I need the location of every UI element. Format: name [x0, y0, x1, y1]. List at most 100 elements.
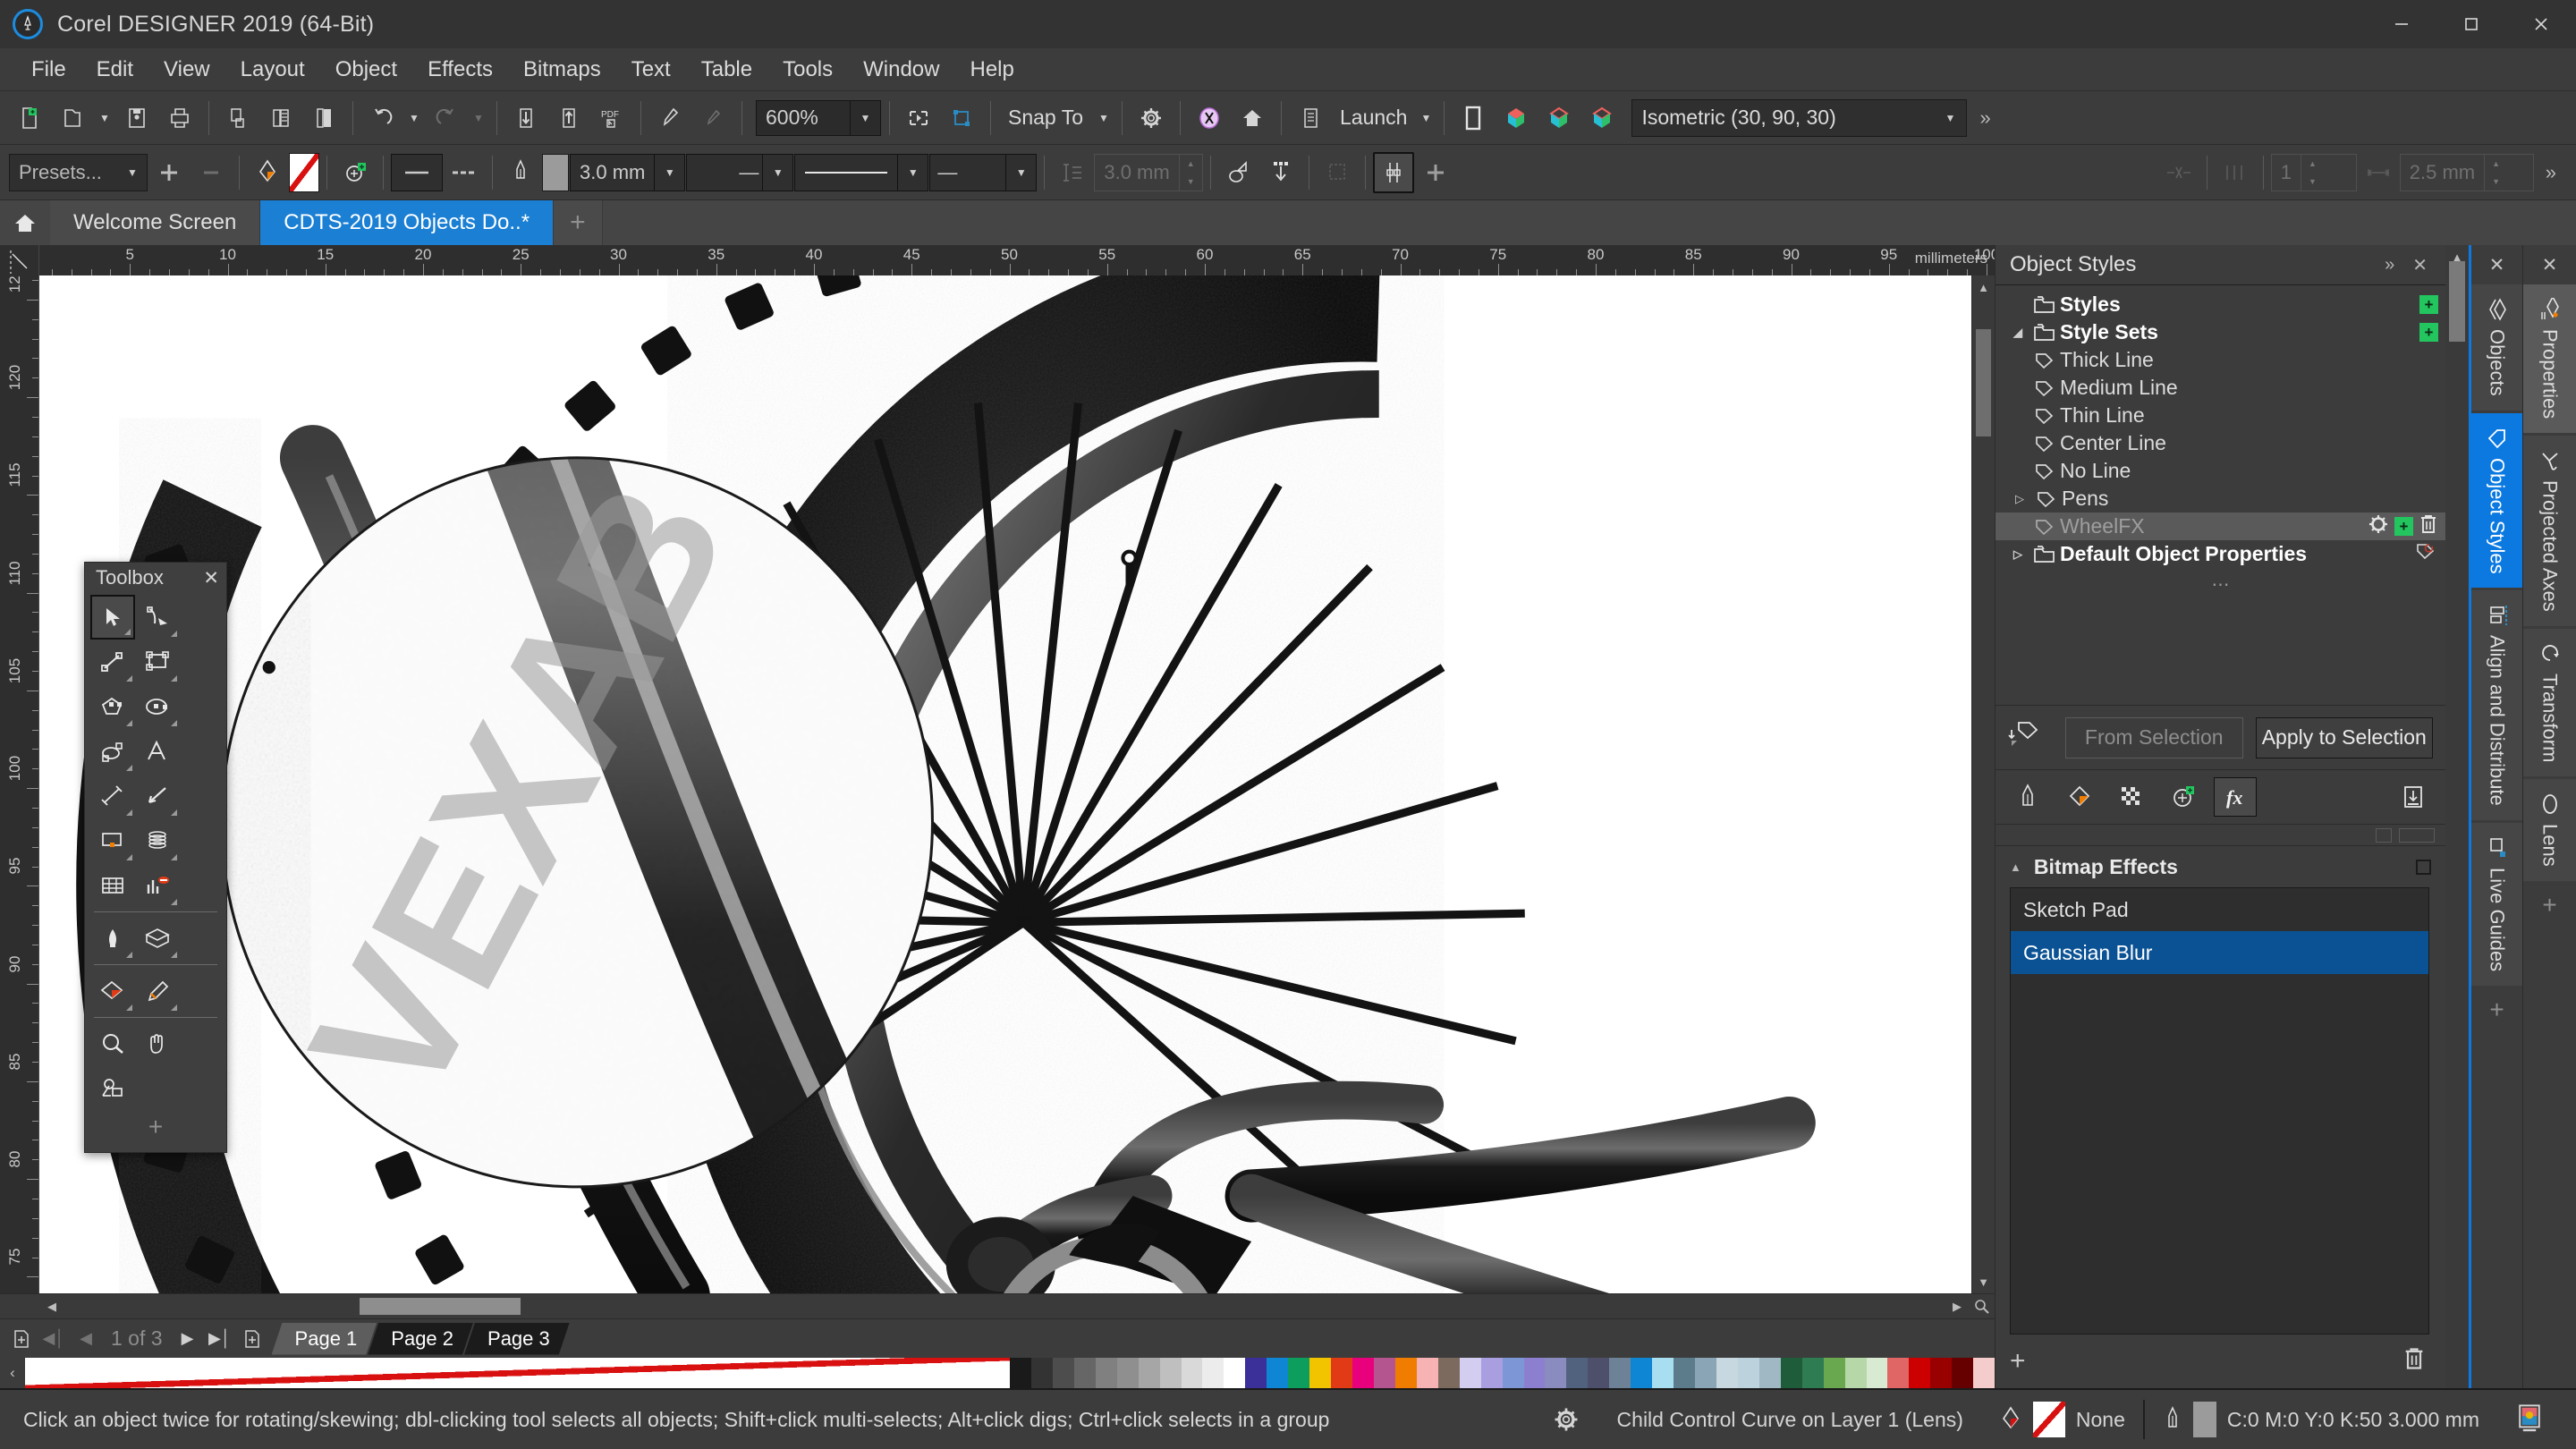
minimize-button[interactable] — [2367, 0, 2436, 48]
bitmap-effects-list[interactable]: Sketch Pad Gaussian Blur — [2010, 887, 2429, 1335]
palette-swatch[interactable] — [1930, 1358, 1952, 1388]
palette-swatch[interactable] — [1781, 1358, 1802, 1388]
bitmap-effects-toggle[interactable] — [2416, 860, 2431, 875]
prev-page-button[interactable]: ◀ — [70, 1323, 102, 1355]
welcome-screen-home-icon[interactable] — [1232, 97, 1273, 139]
dock-tab-properties[interactable]: Properties — [2523, 284, 2576, 433]
tree-row-wheelfx[interactable]: WheelFX + — [1996, 513, 2445, 540]
arrowhead-end-dropdown[interactable]: — ▼ — [929, 154, 1037, 191]
new-document-icon[interactable] — [9, 97, 50, 139]
outline-width-value[interactable]: 3.0 mm — [571, 161, 654, 184]
menu-help[interactable]: Help — [954, 52, 1029, 88]
outline-width-field[interactable]: 3.0 mm ▼ — [570, 154, 685, 191]
tree-row-style-sets[interactable]: ◢ Style Sets + — [1996, 318, 2445, 346]
zoom-to-fit-icon[interactable] — [1970, 1294, 1995, 1318]
palette-swatch[interactable] — [1973, 1358, 1995, 1388]
collapse-docker-icon[interactable]: » — [2376, 255, 2403, 275]
vertical-scroll-thumb[interactable] — [1976, 329, 1991, 436]
outline-color-swatch[interactable] — [542, 154, 569, 191]
palette-swatch[interactable] — [1417, 1358, 1438, 1388]
menu-object[interactable]: Object — [320, 52, 412, 88]
flyout-arrow-icon[interactable] — [171, 809, 177, 816]
fountain-fill-tool[interactable] — [90, 916, 135, 961]
toolbar-overflow-chevron[interactable]: » — [1969, 106, 2001, 130]
palette-swatch[interactable] — [1460, 1358, 1481, 1388]
presets-label[interactable]: Presets... — [10, 161, 118, 184]
remove-preset-button[interactable] — [191, 152, 232, 193]
menu-edit[interactable]: Edit — [81, 52, 148, 88]
cut-icon[interactable] — [217, 97, 258, 139]
palette-swatch[interactable] — [1438, 1358, 1460, 1388]
ruler-origin-corner[interactable] — [0, 245, 39, 275]
options-gear-icon[interactable] — [1131, 97, 1172, 139]
collapse-triangle-icon[interactable]: ▲ — [2010, 860, 2021, 874]
undo-icon[interactable] — [361, 97, 402, 139]
shape-tool[interactable] — [135, 595, 180, 640]
fill-color-icon[interactable] — [247, 152, 288, 193]
palette-swatch[interactable] — [1202, 1358, 1224, 1388]
dock-tab-objects[interactable]: Objects — [2471, 284, 2522, 411]
flyout-arrow-icon[interactable] — [124, 629, 131, 635]
effects-tab[interactable]: fx — [2214, 777, 2257, 817]
dock-tab-object-styles[interactable]: Object Styles — [2471, 413, 2522, 589]
save-icon[interactable] — [116, 97, 157, 139]
palette-swatch[interactable] — [1224, 1358, 1245, 1388]
next-page-button[interactable]: ▶ — [172, 1323, 204, 1355]
menu-file[interactable]: File — [16, 52, 81, 88]
palette-swatch[interactable] — [1374, 1358, 1395, 1388]
delete-effect-button[interactable] — [2402, 1346, 2426, 1377]
effect-item-gaussian-blur[interactable]: Gaussian Blur — [2011, 931, 2428, 974]
table-tool[interactable] — [90, 863, 135, 908]
shape-recognition-tool[interactable] — [90, 1066, 135, 1111]
drawing-canvas[interactable]: VEXAB Toolbox ✕ — [39, 275, 1971, 1293]
undo-dropdown-caret[interactable]: ▼ — [404, 97, 424, 139]
palette-swatch[interactable] — [1824, 1358, 1845, 1388]
open-dropdown-caret[interactable]: ▼ — [95, 97, 114, 139]
flyout-arrow-icon[interactable] — [126, 809, 132, 816]
page-tab-2[interactable]: Page 2 — [368, 1323, 473, 1355]
doc-tab-welcome-screen[interactable]: Welcome Screen — [50, 200, 260, 245]
add-effect-button[interactable]: + — [2010, 1346, 2026, 1377]
drop-shadow-tab[interactable] — [2162, 777, 2205, 817]
tree-row-styles[interactable]: Styles + — [1996, 291, 2445, 318]
gear-icon[interactable] — [2368, 513, 2389, 540]
add-property-icon[interactable] — [1415, 152, 1456, 193]
menu-table[interactable]: Table — [686, 52, 767, 88]
flyout-arrow-icon[interactable] — [126, 952, 132, 958]
propbar-overflow-chevron[interactable]: » — [2535, 161, 2567, 184]
page-border-icon[interactable] — [1453, 97, 1494, 139]
palette-swatch[interactable] — [1845, 1358, 1867, 1388]
hscroll-track[interactable] — [64, 1294, 1945, 1318]
rectangle-tool[interactable] — [135, 640, 180, 684]
scroll-right-arrow[interactable]: ▶ — [1945, 1294, 1970, 1318]
flyout-arrow-icon[interactable] — [171, 854, 177, 860]
new-style-set-icon[interactable] — [2008, 717, 2053, 758]
flyout-arrow-icon[interactable] — [171, 631, 177, 637]
palette-swatch[interactable] — [1481, 1358, 1503, 1388]
first-page-button[interactable]: ◀│ — [38, 1323, 70, 1355]
text-tool[interactable] — [135, 729, 180, 774]
show-rulers-icon[interactable] — [941, 97, 982, 139]
launch-label[interactable]: Launch — [1333, 106, 1414, 130]
palette-swatch[interactable] — [1545, 1358, 1566, 1388]
palette-swatch[interactable] — [1588, 1358, 1609, 1388]
palette-swatch[interactable] — [1952, 1358, 1973, 1388]
export-style-icon[interactable] — [2392, 777, 2435, 817]
outline-width-caret[interactable]: ▼ — [654, 155, 684, 191]
palette-swatch[interactable] — [1566, 1358, 1588, 1388]
copy-icon[interactable] — [260, 97, 301, 139]
palette-swatch[interactable] — [1395, 1358, 1417, 1388]
palette-swatch[interactable] — [1031, 1358, 1053, 1388]
projection-caret[interactable]: ▼ — [1934, 100, 1966, 136]
collapse-arrow[interactable]: ◢ — [2013, 326, 2033, 340]
full-screen-preview-icon[interactable] — [898, 97, 939, 139]
page-tab-1[interactable]: Page 1 — [272, 1323, 377, 1355]
toolbox-add-button[interactable]: + — [90, 1111, 221, 1147]
expand-arrow[interactable]: ▷ — [2015, 492, 2035, 506]
smart-fill-tool[interactable] — [90, 969, 135, 1013]
color-palette[interactable]: ‹ — [0, 1358, 1995, 1388]
flyout-arrow-icon[interactable] — [171, 675, 177, 682]
canvas-vertical-scrollbar[interactable]: ▲ ▼ — [1971, 275, 1995, 1293]
snap-to-label[interactable]: Snap To — [999, 106, 1092, 130]
drop-shadow-tool[interactable] — [90, 818, 135, 863]
